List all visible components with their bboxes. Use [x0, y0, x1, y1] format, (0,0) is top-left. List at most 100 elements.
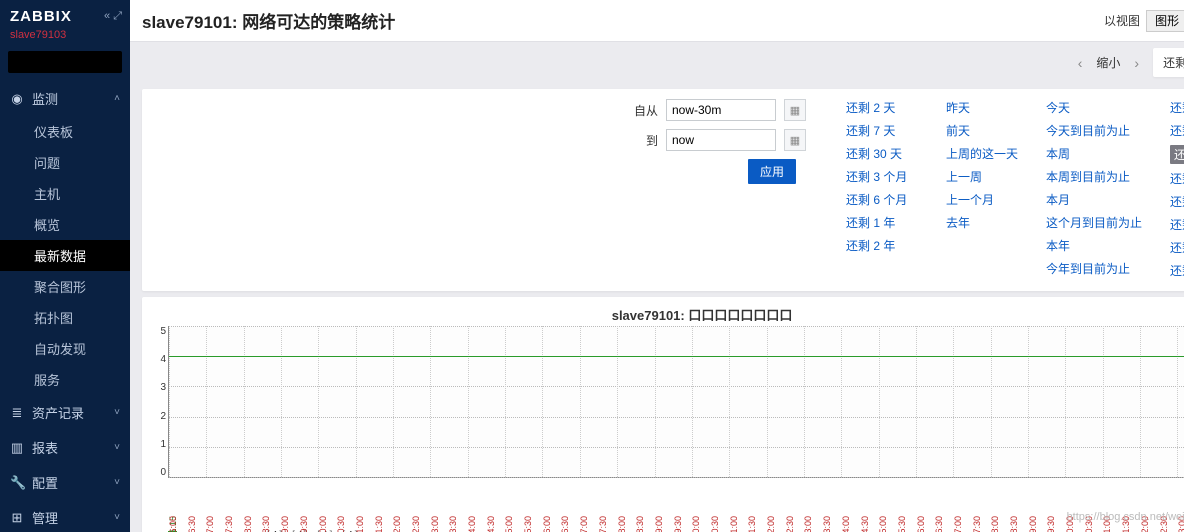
quick-range-link[interactable]: 昨天 [946, 99, 1018, 116]
apply-button[interactable]: 应用 [748, 159, 796, 184]
quick-range-link[interactable]: 上一个月 [946, 191, 1018, 208]
quick-range-link[interactable]: 还剩 2 年 [846, 237, 918, 254]
x-tick: 21:16:00 [168, 516, 178, 532]
quick-range-link[interactable]: 还剩 3 个月 [846, 168, 918, 185]
quick-range-link[interactable]: 还剩 3 小时 [1170, 193, 1184, 210]
x-tick: 21:29:30 [673, 516, 683, 532]
nav-icon: ◉ [10, 91, 24, 107]
quick-range-link[interactable]: 还剩 30 天 [846, 145, 918, 162]
search-box[interactable]: 🔍 [8, 51, 122, 73]
plot-area[interactable] [168, 326, 1184, 478]
x-tick: 21:30:00 [691, 516, 701, 532]
x-tick: 21:40:30 [1084, 516, 1094, 532]
quick-range-link[interactable]: 还剩 30 分钟 [1170, 145, 1184, 164]
quick-range-link[interactable]: 还剩 12 小时 [1170, 239, 1184, 256]
quick-range-link[interactable]: 还剩 6 个月 [846, 191, 918, 208]
y-tick: 0 [160, 467, 166, 478]
quick-range-link[interactable]: 这个月到目前为止 [1046, 214, 1142, 231]
quick-range-link[interactable]: 还剩 2 天 [846, 99, 918, 116]
quick-range-link[interactable]: 前天 [946, 122, 1018, 139]
quick-range-link[interactable]: 本月 [1046, 191, 1142, 208]
nav-item[interactable]: 自动发现 [0, 333, 130, 364]
x-tick: 21:39:00 [1028, 516, 1038, 532]
x-tick: 21:22:00 [392, 516, 402, 532]
search-wrap: 🔍 [0, 47, 130, 81]
from-label: 自从 [628, 102, 658, 119]
x-tick: 21:37:30 [972, 516, 982, 532]
time-next-icon[interactable]: › [1132, 55, 1141, 71]
nav-item[interactable]: 仪表板 [0, 116, 130, 147]
time-prev-icon[interactable]: ‹ [1076, 55, 1085, 71]
sidebar: ZABBIX « ⤢ slave79103 🔍 ◉监测˄仪表板问题主机概览最新数… [0, 0, 130, 532]
x-tick: 21:31:00 [729, 516, 739, 532]
quick-ranges: 还剩 2 天还剩 7 天还剩 30 天还剩 3 个月还剩 6 个月还剩 1 年还… [846, 99, 1184, 279]
view-label: 以视图 [1104, 12, 1140, 29]
x-tick: 21:25:30 [523, 516, 533, 532]
nav-item[interactable]: 聚合图形 [0, 271, 130, 302]
quick-range-link[interactable]: 本周 [1046, 145, 1142, 162]
nav-item[interactable]: 最新数据 [0, 240, 130, 271]
nav-item[interactable]: 主机 [0, 178, 130, 209]
quick-range-link[interactable]: 本周到目前为止 [1046, 168, 1142, 185]
x-axis: 06-06 21:1521:16:0021:16:3021:17:0021:17… [168, 478, 1184, 526]
quick-range-link[interactable]: 今年到目前为止 [1046, 260, 1142, 277]
chevron-icon: ˄ [114, 93, 120, 104]
view-select[interactable]: 图形 [1146, 10, 1184, 32]
x-tick: 21:37:00 [953, 516, 963, 532]
x-tick: 21:32:00 [766, 516, 776, 532]
quick-range-link[interactable]: 还剩 6 小时 [1170, 216, 1184, 233]
x-tick: 21:38:00 [990, 516, 1000, 532]
chevron-icon: ˅ [114, 407, 120, 418]
quick-range-link[interactable]: 还剩 7 天 [846, 122, 918, 139]
time-select-panel: 自从 ▦ 到 ▦ 应用 还剩 2 天还剩 7 天还剩 30 天还剩 3 个月还剩… [142, 89, 1184, 291]
nav-item[interactable]: 服务 [0, 364, 130, 395]
from-calendar-icon[interactable]: ▦ [784, 99, 806, 121]
logo[interactable]: ZABBIX [10, 8, 72, 25]
nav-item[interactable]: 概览 [0, 209, 130, 240]
from-input[interactable] [666, 99, 776, 121]
nav-section-3[interactable]: 🔧配置˅ [0, 465, 130, 500]
quick-range-link[interactable]: 还剩 5 分钟 [1170, 99, 1184, 116]
zoom-out-link[interactable]: 缩小 [1096, 54, 1120, 71]
to-input[interactable] [666, 129, 776, 151]
x-tick: 21:26:30 [560, 516, 570, 532]
quick-range-link[interactable]: 今天 [1046, 99, 1142, 116]
x-tick: 21:18:00 [243, 516, 253, 532]
nav-item[interactable]: 问题 [0, 147, 130, 178]
title-controls: 以视图 图形 ☆ ⛶ [1104, 10, 1184, 32]
custom-range-inputs: 自从 ▦ 到 ▦ 应用 [628, 99, 806, 279]
x-tick: 21:28:30 [635, 516, 645, 532]
nav-section-2[interactable]: ▥报表˅ [0, 430, 130, 465]
nav-section-4[interactable]: ⊞管理˅ [0, 500, 130, 532]
nav-item[interactable]: 拓扑图 [0, 302, 130, 333]
quick-range-link[interactable]: 还剩 1 小时 [1170, 170, 1184, 187]
quick-range-link[interactable]: 上一周 [946, 168, 1018, 185]
titlebar: slave79101: 网络可达的策略统计 以视图 图形 ☆ ⛶ [130, 0, 1184, 42]
to-calendar-icon[interactable]: ▦ [784, 129, 806, 151]
x-tick: 21:27:30 [598, 516, 608, 532]
quick-range-link[interactable]: 今天到目前为止 [1046, 122, 1142, 139]
quick-range-link[interactable]: 还剩 1 年 [846, 214, 918, 231]
quick-range-link[interactable]: 去年 [946, 214, 1018, 231]
quick-range-link[interactable]: 还剩 15 分钟 [1170, 122, 1184, 139]
quick-range-link[interactable]: 上周的这一天 [946, 145, 1018, 162]
x-tick: 21:17:30 [224, 516, 234, 532]
sidebar-header: ZABBIX « ⤢ [0, 0, 130, 29]
x-tick: 21:34:00 [841, 516, 851, 532]
x-tick: 21:26:00 [542, 516, 552, 532]
sidebar-collapse-controls[interactable]: « ⤢ [104, 10, 122, 23]
x-tick: 21:35:00 [878, 516, 888, 532]
nav-section-1[interactable]: ≣资产记录˅ [0, 395, 130, 430]
x-tick: 21:19:00 [280, 516, 290, 532]
x-tick: 21:21:00 [355, 516, 365, 532]
x-tick: 21:20:00 [318, 516, 328, 532]
x-tick: 21:36:00 [916, 516, 926, 532]
time-range-current[interactable]: 还剩 30 分钟 🕓 [1153, 48, 1184, 77]
time-nav: ‹ 缩小 › 还剩 30 分钟 🕓 [130, 42, 1184, 83]
x-tick: 21:23:00 [430, 516, 440, 532]
x-tick: 21:20:30 [336, 516, 346, 532]
time-range-label: 还剩 30 分钟 [1163, 54, 1184, 71]
quick-range-link[interactable]: 还剩 1 天 [1170, 262, 1184, 279]
nav-section-0[interactable]: ◉监测˄ [0, 81, 130, 116]
quick-range-link[interactable]: 本年 [1046, 237, 1142, 254]
